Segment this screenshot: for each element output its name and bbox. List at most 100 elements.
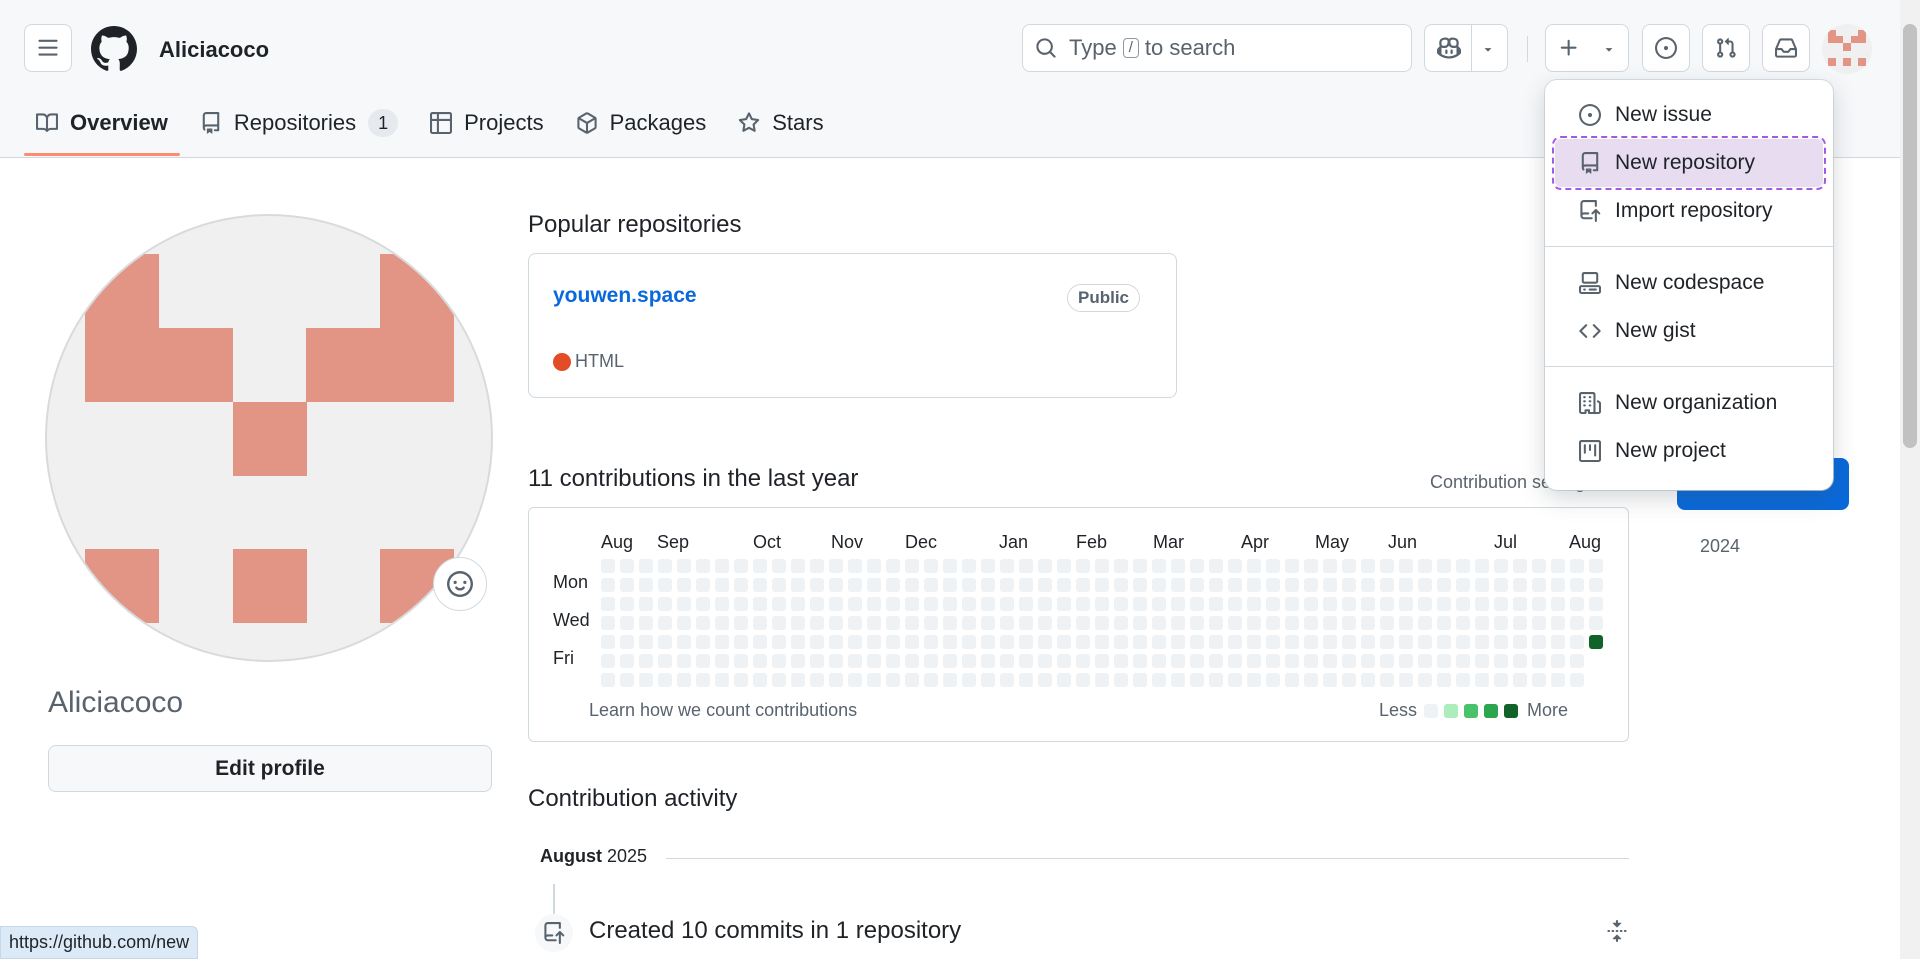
contribution-cell[interactable] — [962, 673, 976, 687]
contribution-cell[interactable] — [1247, 673, 1261, 687]
contribution-cell[interactable] — [1114, 616, 1128, 630]
header-username[interactable]: Aliciacoco — [159, 37, 269, 63]
contribution-cell[interactable] — [1399, 616, 1413, 630]
contribution-cell[interactable] — [848, 597, 862, 611]
contribution-cell[interactable] — [829, 654, 843, 668]
contribution-cell[interactable] — [772, 654, 786, 668]
contribution-cell[interactable] — [1399, 654, 1413, 668]
contribution-cell[interactable] — [696, 559, 710, 573]
contribution-cell[interactable] — [1418, 559, 1432, 573]
contribution-cell[interactable] — [1209, 597, 1223, 611]
contribution-cell[interactable] — [1437, 673, 1451, 687]
contribution-cell[interactable] — [1019, 578, 1033, 592]
contribution-cell[interactable] — [601, 616, 615, 630]
contribution-cell[interactable] — [905, 635, 919, 649]
contribution-cell[interactable] — [1038, 673, 1052, 687]
contribution-cell[interactable] — [1475, 559, 1489, 573]
contribution-cell[interactable] — [1437, 559, 1451, 573]
contribution-cell[interactable] — [1095, 616, 1109, 630]
contribution-cell[interactable] — [924, 559, 938, 573]
contribution-cell[interactable] — [1247, 635, 1261, 649]
contribution-cell[interactable] — [1228, 616, 1242, 630]
contribution-cell[interactable] — [1057, 597, 1071, 611]
contribution-cell[interactable] — [734, 635, 748, 649]
contribution-cell[interactable] — [1342, 654, 1356, 668]
contribution-cell[interactable] — [924, 578, 938, 592]
tab-stars[interactable]: Stars — [726, 102, 835, 144]
contribution-cell[interactable] — [658, 635, 672, 649]
contribution-cell[interactable] — [1418, 654, 1432, 668]
contribution-cell[interactable] — [1095, 597, 1109, 611]
contribution-cell[interactable] — [1019, 597, 1033, 611]
contribution-cell[interactable] — [1228, 559, 1242, 573]
contribution-cell[interactable] — [1076, 559, 1090, 573]
contribution-cell[interactable] — [1342, 673, 1356, 687]
contribution-cell[interactable] — [715, 559, 729, 573]
tab-projects[interactable]: Projects — [418, 102, 555, 144]
contribution-cell[interactable] — [639, 597, 653, 611]
contribution-cell[interactable] — [715, 578, 729, 592]
contribution-cell[interactable] — [1437, 578, 1451, 592]
contribution-cell[interactable] — [1133, 654, 1147, 668]
contribution-cell[interactable] — [924, 654, 938, 668]
contribution-cell[interactable] — [886, 616, 900, 630]
tab-repositories[interactable]: Repositories 1 — [188, 102, 410, 144]
contribution-cell[interactable] — [1494, 635, 1508, 649]
contribution-cell[interactable] — [1152, 578, 1166, 592]
contribution-cell[interactable] — [1019, 654, 1033, 668]
contribution-cell[interactable] — [962, 578, 976, 592]
contribution-cell[interactable] — [962, 635, 976, 649]
contribution-cell[interactable] — [677, 616, 691, 630]
contribution-cell[interactable] — [1285, 597, 1299, 611]
contribution-cell[interactable] — [1589, 616, 1603, 630]
contribution-cell[interactable] — [1095, 635, 1109, 649]
contribution-cell[interactable] — [677, 559, 691, 573]
contribution-cell[interactable] — [1342, 559, 1356, 573]
contribution-cell[interactable] — [905, 559, 919, 573]
contribution-cell[interactable] — [1038, 654, 1052, 668]
contribution-cell[interactable] — [753, 578, 767, 592]
contribution-cell[interactable] — [1285, 635, 1299, 649]
contribution-cell[interactable] — [810, 635, 824, 649]
contribution-cell[interactable] — [1399, 559, 1413, 573]
contribution-cell[interactable] — [1399, 597, 1413, 611]
contribution-cell[interactable] — [905, 578, 919, 592]
contribution-cell[interactable] — [1361, 559, 1375, 573]
contribution-cell[interactable] — [601, 635, 615, 649]
contribution-cell[interactable] — [791, 578, 805, 592]
contribution-cell[interactable] — [1133, 635, 1147, 649]
contribution-cell[interactable] — [829, 559, 843, 573]
contribution-cell[interactable] — [734, 578, 748, 592]
year-2024-button[interactable]: 2024 — [1700, 536, 1740, 557]
issues-button[interactable] — [1642, 24, 1690, 72]
contribution-cell[interactable] — [1171, 597, 1185, 611]
contribution-cell[interactable] — [1589, 597, 1603, 611]
contribution-cell[interactable] — [1380, 654, 1394, 668]
contribution-cell[interactable] — [867, 673, 881, 687]
contribution-cell[interactable] — [696, 654, 710, 668]
contribution-cell[interactable] — [1095, 559, 1109, 573]
contribution-cell[interactable] — [981, 597, 995, 611]
contribution-cell[interactable] — [1380, 578, 1394, 592]
contribution-cell[interactable] — [829, 673, 843, 687]
contribution-cell[interactable] — [1513, 635, 1527, 649]
contribution-cell[interactable] — [1342, 635, 1356, 649]
contribution-cell[interactable] — [620, 559, 634, 573]
contribution-cell[interactable] — [1551, 673, 1565, 687]
contribution-cell[interactable] — [658, 654, 672, 668]
contribution-cell[interactable] — [962, 654, 976, 668]
contribution-cell[interactable] — [1209, 635, 1223, 649]
contribution-cell[interactable] — [1570, 635, 1584, 649]
contribution-cell[interactable] — [1475, 673, 1489, 687]
contribution-cell[interactable] — [620, 616, 634, 630]
contribution-cell[interactable] — [1551, 654, 1565, 668]
contribution-cell[interactable] — [1038, 597, 1052, 611]
scrollbar-thumb[interactable] — [1903, 24, 1917, 448]
contribution-cell[interactable] — [1190, 673, 1204, 687]
contribution-cell[interactable] — [1532, 673, 1546, 687]
contribution-cell[interactable] — [1076, 673, 1090, 687]
contribution-cell[interactable] — [829, 597, 843, 611]
contribution-cell[interactable] — [867, 559, 881, 573]
contribution-cell[interactable] — [1228, 673, 1242, 687]
contribution-cell[interactable] — [1304, 578, 1318, 592]
